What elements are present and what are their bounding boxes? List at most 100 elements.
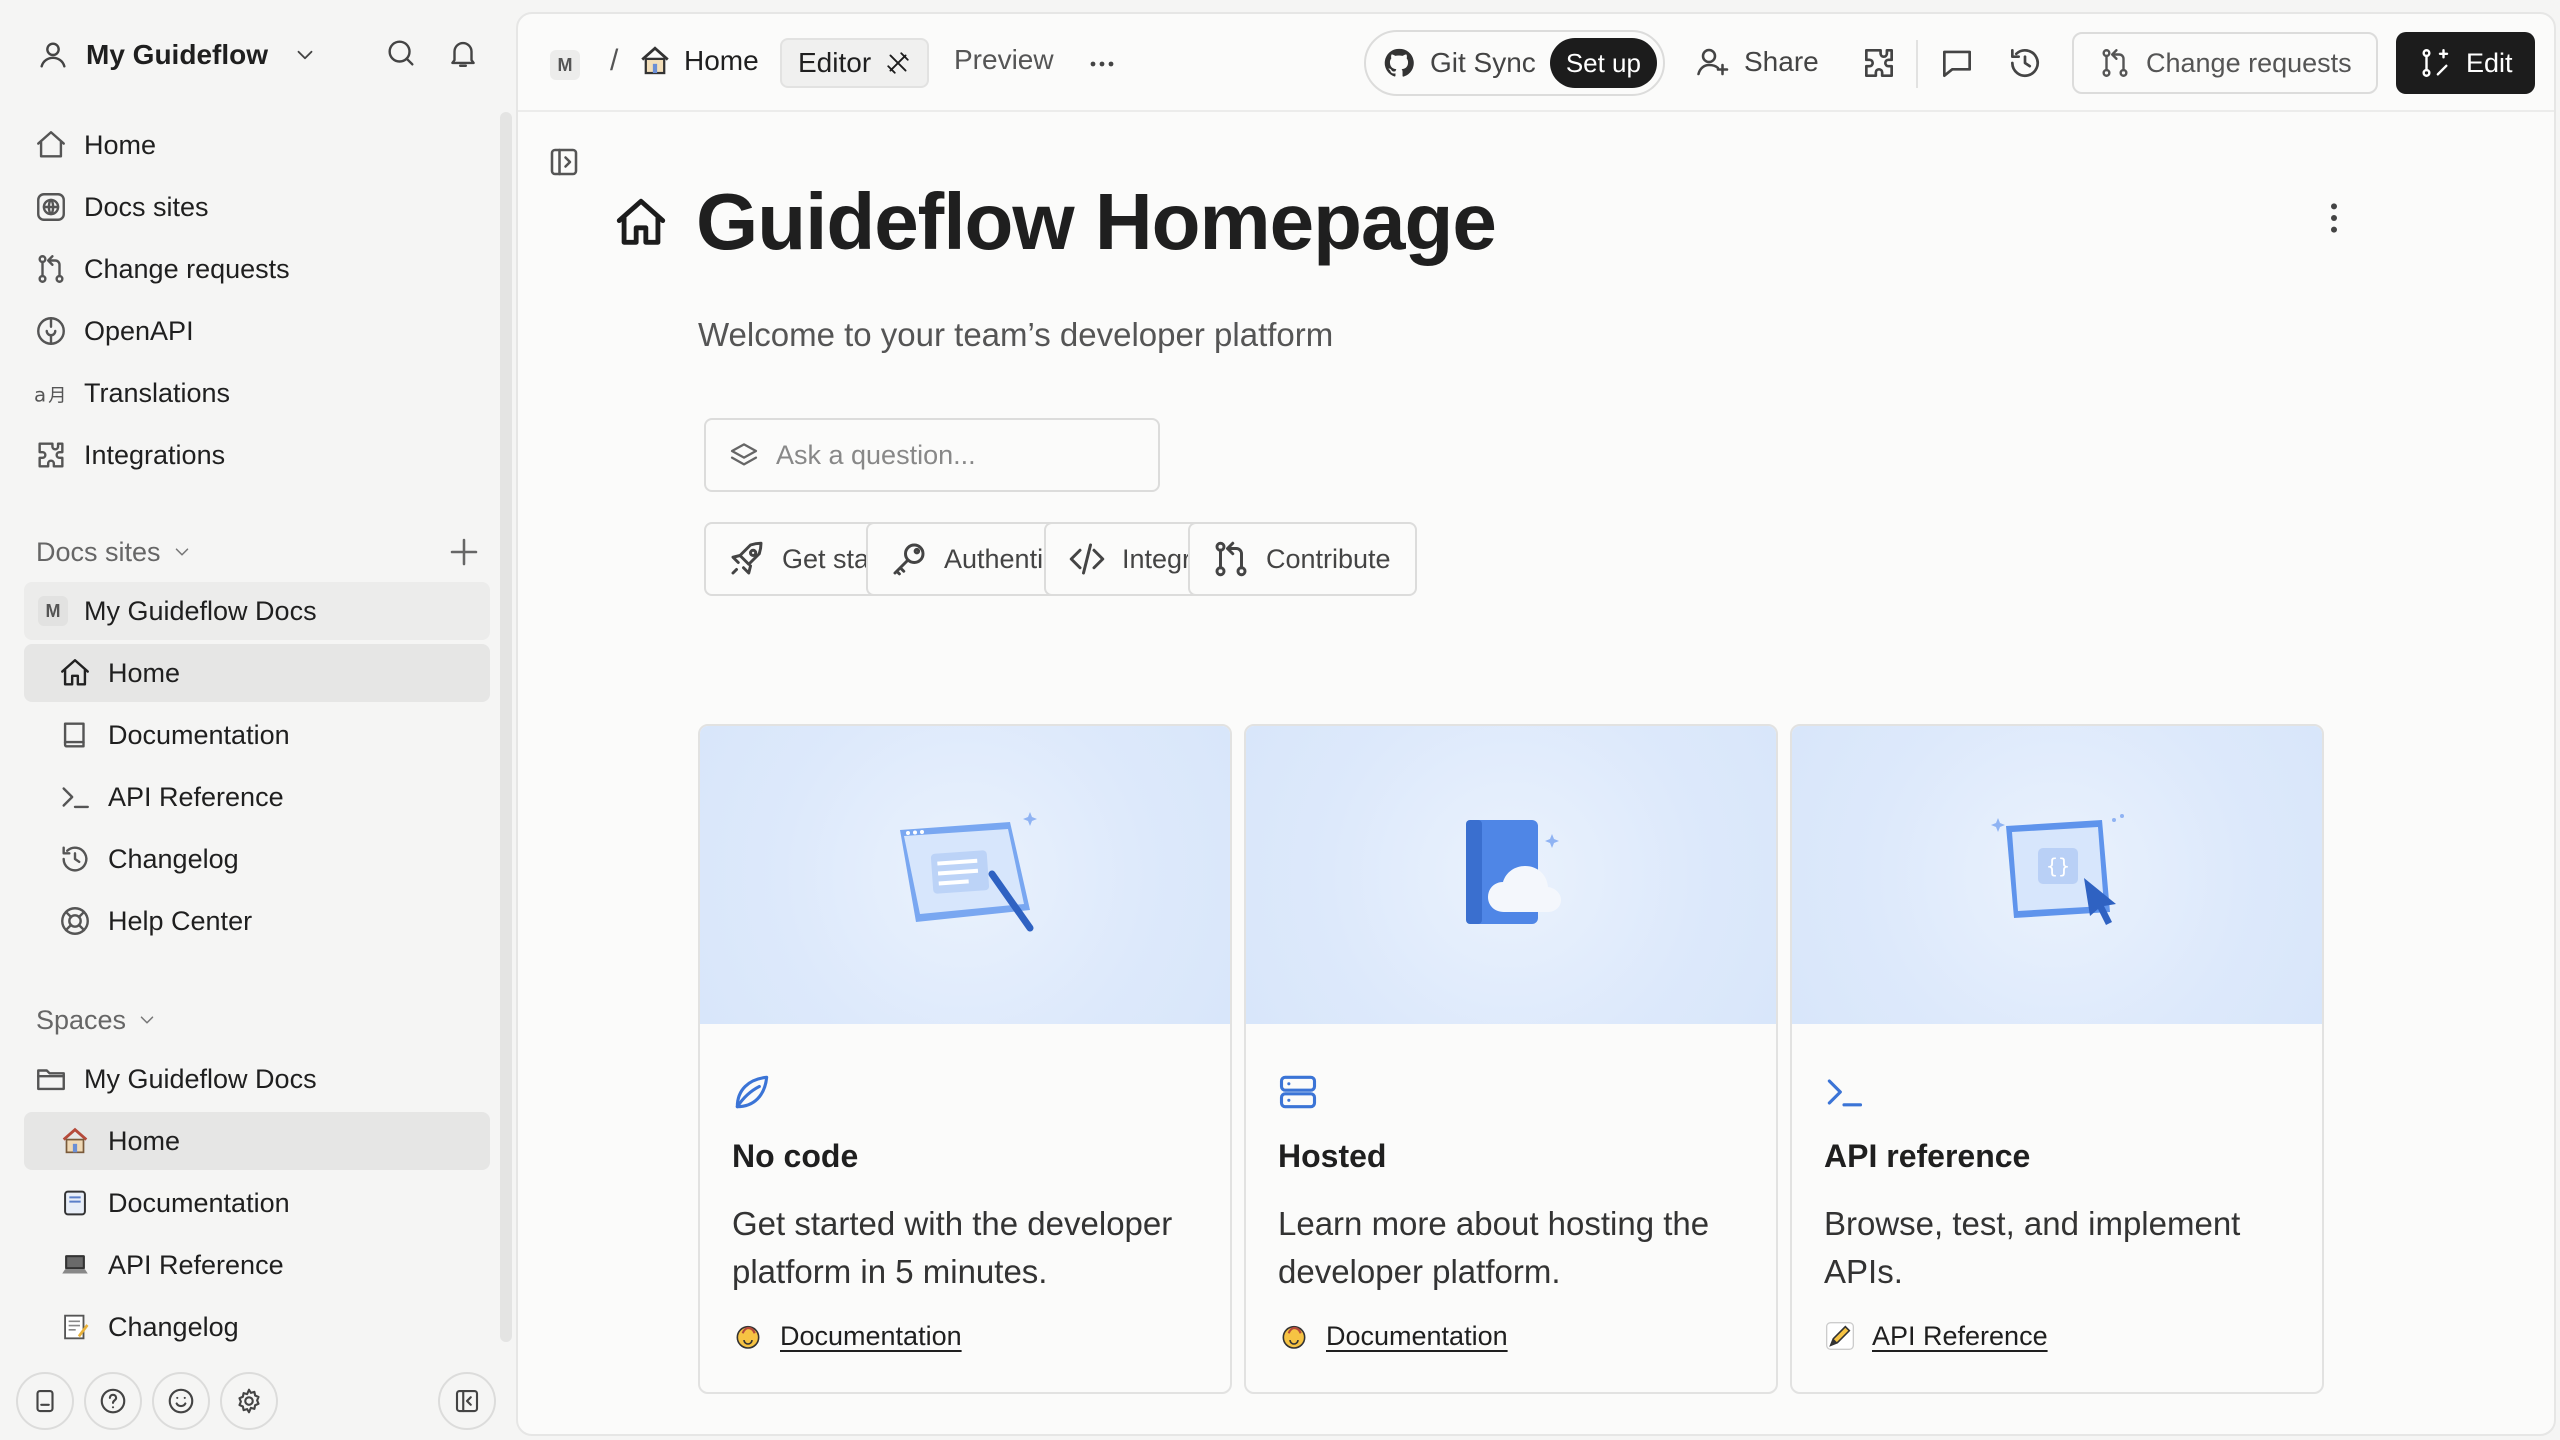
sidebar-item-openapi[interactable]: OpenAPI [24, 302, 490, 360]
puzzle-icon[interactable] [1860, 44, 1898, 82]
docs-site-item[interactable]: M My Guideflow Docs [24, 582, 490, 640]
help-circle-icon [100, 1388, 126, 1414]
sparkle-layers-icon [730, 443, 758, 466]
svg-text:a: a [34, 384, 46, 407]
spaces-section-header[interactable]: Spaces [36, 1000, 158, 1040]
edit-button[interactable]: Edit [2396, 32, 2535, 94]
openapi-icon [37, 317, 65, 345]
page-label: Home [108, 1125, 181, 1156]
history-icon [62, 846, 88, 872]
contribute-button[interactable]: Contribute [1188, 522, 1417, 596]
translate-icon: a月 [34, 384, 67, 407]
git-sync-label: Git Sync [1430, 47, 1536, 78]
space-item[interactable]: My Guideflow Docs [24, 1050, 490, 1108]
sidebar-item-label: Integrations [84, 439, 226, 470]
add-docs-site-button[interactable] [446, 534, 482, 570]
ask-question-input[interactable]: Ask a question... [704, 418, 1160, 492]
git-pull-request-icon [2102, 49, 2128, 77]
collapse-sidebar-button[interactable] [438, 1372, 496, 1430]
space-page-documentation[interactable]: Documentation [24, 1174, 490, 1232]
card-illustration [1246, 726, 1776, 1024]
org-name: My Guideflow [86, 39, 268, 70]
change-requests-button[interactable]: Change requests [2072, 32, 2378, 94]
page-label: Documentation [108, 719, 290, 750]
space-page-api-reference[interactable]: API Reference [24, 1236, 490, 1294]
breadcrumb-home-label: Home [684, 45, 759, 76]
house-emoji-icon [62, 1127, 88, 1154]
sidebar-item-integrations[interactable]: Integrations [24, 426, 490, 484]
breadcrumb-site-badge[interactable]: M [550, 50, 580, 80]
settings-button[interactable] [220, 1372, 278, 1430]
page-subtitle: Welcome to your team’s developer platfor… [698, 316, 1334, 353]
card-link-label: Documentation [780, 1320, 962, 1351]
page-label: API Reference [108, 1249, 284, 1280]
sidebar-item-translations[interactable]: a月 Translations [24, 364, 490, 422]
sidebar-item-docs-sites[interactable]: Docs sites [24, 178, 490, 236]
card-hosted[interactable]: Hosted Learn more about hosting the deve… [1244, 724, 1778, 1394]
toggle-outline-icon[interactable] [546, 144, 582, 180]
card-title: Hosted [1278, 1138, 1387, 1174]
toolbar-divider [1916, 40, 1918, 88]
git-sync-control[interactable]: Git Sync Set up [1364, 30, 1665, 96]
card-api-reference[interactable]: {} API reference Browse, test, and imple… [1790, 724, 2324, 1394]
chevron-down-icon [175, 548, 188, 556]
share-label: Share [1744, 46, 1819, 77]
tab-editor[interactable]: Editor [780, 38, 930, 88]
sidebar-scrollbar[interactable] [500, 112, 512, 1342]
card-link-label: API Reference [1872, 1320, 2048, 1351]
help-button[interactable] [84, 1372, 142, 1430]
sidebar-item-change-requests[interactable]: Change requests [24, 240, 490, 298]
api-illustration-icon: {} [1991, 814, 2124, 925]
space-name: My Guideflow Docs [84, 1063, 317, 1094]
more-vertical-icon[interactable] [2314, 198, 2354, 238]
feedback-button[interactable] [152, 1372, 210, 1430]
leaf-icon [735, 1075, 769, 1109]
top-bar: M / Home Editor Preview Git Sync Set up … [518, 14, 2554, 112]
card-link[interactable]: Documentation [732, 1320, 962, 1352]
change-requests-label: Change requests [2146, 47, 2352, 78]
space-page-changelog[interactable]: Changelog [24, 1298, 490, 1356]
globe-icon [37, 193, 65, 221]
tab-label: Editor [798, 47, 872, 78]
page-label: API Reference [108, 781, 284, 812]
page-label: Changelog [108, 843, 239, 874]
share-button[interactable]: Share [1694, 44, 1819, 80]
comment-icon[interactable] [1938, 44, 1976, 82]
sidebar: My Guideflow Home Docs sites Change requ… [0, 0, 512, 1440]
edit-label: Edit [2466, 47, 2513, 78]
github-icon [1384, 48, 1414, 77]
chevron-down-icon [140, 1016, 154, 1024]
server-icon [1279, 1075, 1317, 1109]
docs-site-page-home[interactable]: Home [24, 644, 490, 702]
svg-text:月: 月 [48, 386, 66, 407]
docs-site-page-api-reference[interactable]: API Reference [24, 768, 490, 826]
docs-site-page-changelog[interactable]: Changelog [24, 830, 490, 888]
gear-icon [238, 1388, 260, 1414]
house-emoji-icon [641, 46, 669, 75]
chevron-down-icon [297, 50, 313, 60]
docs-sites-section-header[interactable]: Docs sites [36, 532, 193, 572]
sidebar-item-home[interactable]: Home [24, 116, 490, 174]
card-link[interactable]: API Reference [1824, 1320, 2048, 1352]
history-icon[interactable] [2006, 44, 2044, 82]
terminal-icon [62, 787, 89, 809]
tab-preview[interactable]: Preview [954, 44, 1054, 76]
docs-site-page-help-center[interactable]: Help Center [24, 892, 490, 950]
space-page-home[interactable]: Home [24, 1112, 490, 1170]
card-link-label: Documentation [1326, 1320, 1508, 1351]
git-sync-setup-button[interactable]: Set up [1549, 38, 1657, 88]
sidebar-item-label: Docs sites [84, 191, 209, 222]
sidebar-item-label: Home [84, 129, 157, 160]
more-horizontal-icon[interactable] [1084, 46, 1120, 82]
breadcrumb-home[interactable]: Home [638, 44, 759, 78]
card-no-code[interactable]: No code Get started with the developer p… [698, 724, 1232, 1394]
docs-site-page-documentation[interactable]: Documentation [24, 706, 490, 764]
page-label: Changelog [108, 1311, 239, 1342]
card-link[interactable]: Documentation [1278, 1320, 1508, 1352]
search-icon[interactable] [384, 36, 418, 70]
bell-icon[interactable] [446, 36, 480, 70]
git-pull-request-icon [38, 255, 64, 283]
user-plus-icon [1697, 48, 1729, 76]
org-switcher[interactable]: My Guideflow [36, 34, 318, 76]
docs-button[interactable] [16, 1372, 74, 1430]
